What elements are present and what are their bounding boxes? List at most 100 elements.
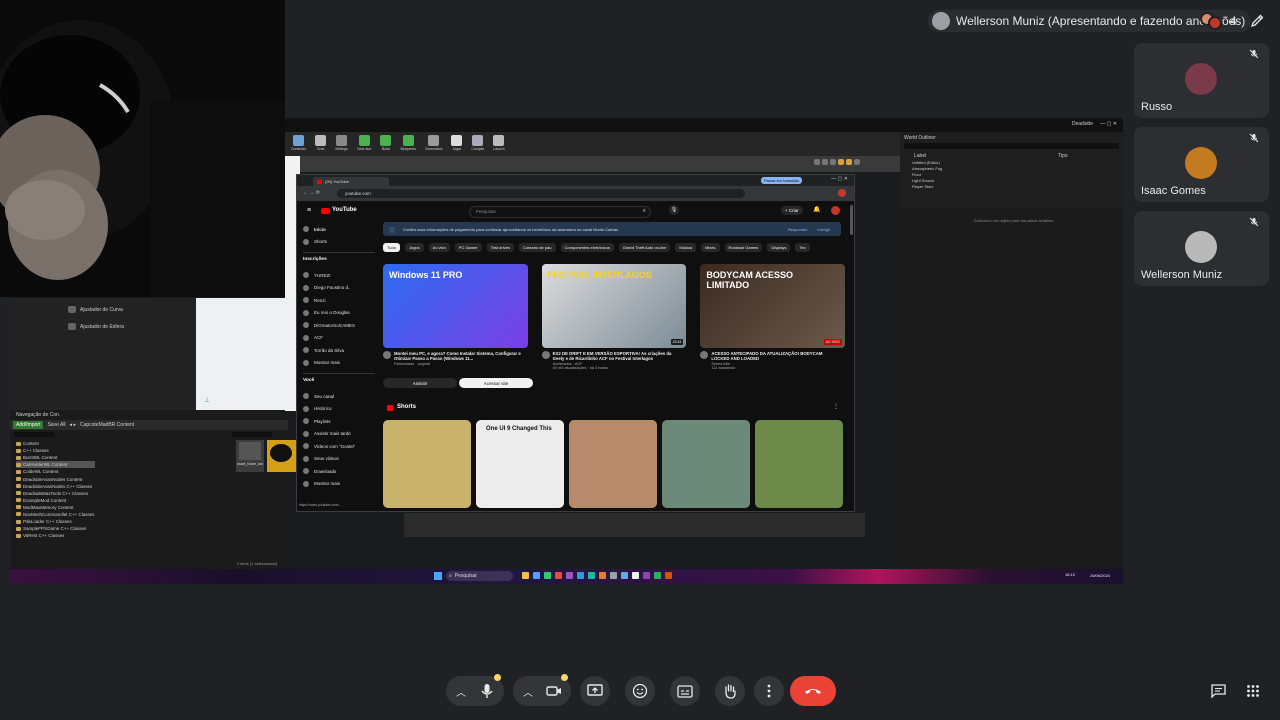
sidebar-item[interactable]: Eu reio o Douglas [303,307,375,320]
short-card[interactable] [383,420,471,508]
sidebar-section-title[interactable]: Inscrições [303,257,375,269]
category-chip[interactable]: Coreano de pau [518,243,556,252]
save-all-button[interactable]: Save All [47,422,65,428]
video-thumbnail[interactable]: Windows 11 PRO [383,264,528,348]
video-card[interactable]: FESTIVAL INTERLAGOS 23:43 EX2 DE DRIFT E E… [541,264,687,370]
taskbar-app-icon[interactable] [533,572,540,579]
browser-tab[interactable]: (25) YouTube [313,177,389,186]
category-chip[interactable]: Música [675,243,697,252]
notifications-bell-icon[interactable]: 🔔 [813,206,820,213]
short-card[interactable] [662,420,750,508]
sidebar-item[interactable]: Vídeos com "Gostei" [303,440,375,453]
short-card[interactable] [569,420,657,508]
taskbar-app-icon[interactable] [599,572,606,579]
folder-item[interactable]: BurntWL Content [16,454,95,461]
activities-icon[interactable] [1238,676,1268,706]
sidebar-section-title[interactable]: Você [303,378,375,390]
folder-item[interactable]: DeadsideAvanNodes C++ Classes [16,483,95,490]
folder-item[interactable]: SampleFPSGame C++ Classes [16,525,95,532]
taskbar-app-icon[interactable] [665,572,672,579]
asset-filter[interactable] [232,432,272,437]
channel-avatar[interactable] [383,351,391,359]
category-chip[interactable]: PC Gamer [454,243,482,252]
ad-watch-button[interactable]: Assistir [383,378,457,388]
taskbar-app-icon[interactable] [632,572,639,579]
folder-item[interactable]: ColdeWL Content [16,468,95,475]
category-chip[interactable]: Grand Theft Auto on-line [618,243,671,252]
nav-arrows-icon[interactable]: ◂ ▸ [70,422,76,428]
taskbar-app-icon[interactable] [544,572,551,579]
end-call-button[interactable] [790,676,836,706]
outliner-row[interactable]: Player Start [912,184,942,190]
folder-item[interactable]: NavMeshCommandlet C++ Classes [16,511,95,518]
ue-toolbar-button[interactable]: Launch [493,135,505,151]
participant-tile-isaac[interactable]: Isaac Gomes [1134,127,1269,202]
content-path[interactable]: CapcoteMadBR Content [80,422,134,428]
folder-item[interactable]: DeadsideAvanNodes Content [16,475,95,482]
sidebar-item[interactable]: Shorts [303,236,375,249]
more-options-icon[interactable] [754,676,784,706]
taskbar-app-icon[interactable] [555,572,562,579]
sidebar-item[interactable]: Início [303,223,375,236]
sidebar-item[interactable]: Histórico [303,403,375,416]
taskbar-app-icon[interactable] [577,572,584,579]
video-title[interactable]: EX2 DE DRIFT E EM VERSÃO ESPORTIVA! As c… [553,351,683,361]
voice-search-icon[interactable]: 🎙 [669,205,679,215]
sidebar-item[interactable]: Playlists [303,415,375,428]
short-card[interactable]: One UI 9 Changed This [476,420,564,508]
outliner-search[interactable] [904,143,1119,149]
sidebar-item[interactable]: Seu canal [303,390,375,403]
raise-hand-icon[interactable] [715,676,745,706]
present-screen-icon[interactable] [580,676,610,706]
folder-item[interactable]: ModMaxMemory Content [16,504,95,511]
category-chip[interactable]: Tec [795,243,810,252]
taskbar-app-icon[interactable] [654,572,661,579]
category-chip[interactable]: Displays [767,243,791,252]
sidebar-item[interactable]: Torrão da Silva [303,344,375,357]
participant-tile-russo[interactable]: Russo [1134,43,1269,118]
pause-transition-badge[interactable]: Pausa em transição [761,177,803,184]
category-chip[interactable]: Rockstar Games [724,243,763,252]
sidebar-item[interactable]: Assistir mais tarde [303,428,375,441]
profile-avatar[interactable] [838,189,846,197]
sidebar-item[interactable]: Downloads [303,465,375,478]
taskbar-app-icon[interactable] [621,572,628,579]
folder-item[interactable]: Content [16,440,95,447]
video-thumbnail[interactable]: BODYCAM ACESSO LIMITADO AO VIVO [700,264,846,348]
video-thumbnail[interactable]: FESTIVAL INTERLAGOS 23:43 [541,264,687,348]
folder-search[interactable] [14,432,54,437]
search-icon[interactable]: ⌕ [643,208,646,215]
emoji-icon[interactable] [625,676,655,706]
sidebar-item[interactable]: Diego Faustino d.. [303,282,375,295]
ad-visit-button[interactable]: Acessar site [459,378,533,388]
video-title[interactable]: Montei meu PC, e agora? Como Instalar Si… [394,351,524,361]
youtube-search-input[interactable]: Pesquisar ⌕ [469,206,651,218]
chat-icon[interactable] [1203,676,1233,706]
taskbar-search[interactable]: ⌕ Pesquisar [446,571,513,581]
taskbar-app-icon[interactable] [643,572,650,579]
banner-respond-link[interactable]: Responder [788,227,808,232]
channel-avatar[interactable] [541,351,550,359]
category-chip[interactable]: Jogos [404,243,424,252]
taskbar-app-icon[interactable] [588,572,595,579]
sidebar-item[interactable]: DiGmatorSoGAMES [303,319,375,332]
list-item[interactable]: Ajustador de Esfera [68,323,124,330]
participants-button[interactable]: 4 [1200,9,1237,33]
category-chip[interactable]: Tudo [383,243,400,252]
create-button[interactable]: + Criar [781,206,803,215]
folder-item[interactable]: C++ Classes [16,447,95,454]
page-scrollbar[interactable] [850,205,853,235]
nav-buttons-icon[interactable]: ← → ⟳ [303,190,320,196]
content-browser-tab[interactable]: Navegação de Con. [16,412,60,418]
youtube-logo-icon[interactable] [321,208,330,214]
list-item[interactable]: Ajustador de Curva [68,306,124,313]
ue-toolbar-button[interactable]: Conteúdo [291,135,306,151]
ue-toolbar-button[interactable]: Jogar [451,135,463,151]
video-channel[interactable]: Patrocinado · pcgmdl [394,362,524,366]
taskbar-app-icon[interactable] [522,572,529,579]
windows-start-icon[interactable] [434,572,442,580]
ue-toolbar-button[interactable]: Settings [335,135,348,151]
video-card[interactable]: BODYCAM ACESSO LIMITADO AO VIVO ACESSO ANT… [700,264,846,370]
folder-item[interactable]: CarHunterWL Content [16,461,95,469]
captions-icon[interactable] [670,676,700,706]
